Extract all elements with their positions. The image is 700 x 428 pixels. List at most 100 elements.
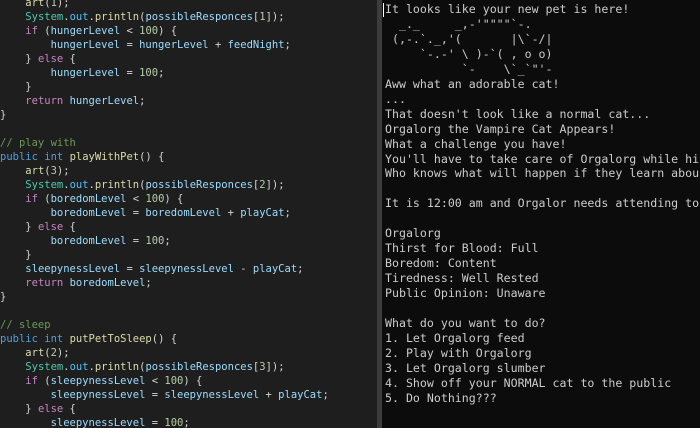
- code-token: possibleResponces: [145, 361, 253, 373]
- code-token: sleepynessLevel: [50, 417, 146, 428]
- terminal-line: Public Opinion: Unaware: [385, 286, 546, 301]
- code-token: ;: [322, 389, 329, 401]
- code-token: out: [69, 179, 89, 191]
- code-line: if (hungerLevel < 100) {: [0, 24, 177, 38]
- code-token: playCat: [240, 207, 285, 219]
- code-line: sleepynessLevel = sleepynessLevel - play…: [0, 262, 303, 276]
- code-token: 100: [164, 417, 184, 428]
- code-token: public: [0, 151, 38, 163]
- code-token: if: [25, 375, 38, 387]
- code-token: int: [44, 151, 64, 163]
- code-token: int: [44, 333, 64, 345]
- terminal-console[interactable]: It looks like your new pet is here! _._ …: [382, 0, 700, 428]
- code-line: if (sleepynessLevel < 100) {: [0, 374, 202, 388]
- code-token: ;: [183, 417, 190, 428]
- code-token: public: [0, 333, 38, 345]
- terminal-line: _._ _,-'""""`-.: [385, 16, 532, 31]
- code-token: sleepynessLevel: [25, 263, 121, 275]
- code-token: +: [259, 389, 279, 401]
- code-token: hungerLevel: [50, 67, 121, 79]
- code-token: boredomLevel: [69, 277, 146, 289]
- code-token: possibleResponces: [145, 179, 253, 191]
- code-token: 100: [145, 235, 165, 247]
- code-token: +: [221, 207, 241, 219]
- code-token: return: [25, 277, 64, 289]
- code-token: println: [94, 179, 140, 191]
- code-token: +: [208, 39, 228, 51]
- code-token: {: [63, 403, 76, 415]
- code-line: System.out.println(possibleResponces[2])…: [0, 178, 284, 192]
- terminal-line: You'll have to take care of Orgalorg whi…: [385, 151, 700, 166]
- code-token: sleepynessLevel: [139, 263, 234, 275]
- code-token: {: [63, 221, 76, 233]
- code-token: =: [120, 263, 140, 275]
- code-token: {: [63, 53, 76, 65]
- code-line: sleepynessLevel = sleepynessLevel + play…: [0, 388, 329, 402]
- code-token: return: [25, 95, 64, 107]
- terminal-line: 4. Show off your NORMAL cat to the publi…: [385, 375, 672, 390]
- code-token: System: [25, 11, 64, 23]
- code-token: hungerLevel: [50, 39, 121, 51]
- terminal-line: Thirst for Blood: Full: [385, 241, 539, 256]
- code-token: ) {: [158, 25, 178, 37]
- code-token: }: [0, 249, 32, 261]
- terminal-line: 2. Play with Orgalorg: [385, 345, 532, 360]
- code-editor-pane[interactable]: art(1); System.out.println(possibleRespo…: [0, 0, 377, 428]
- code-token: boredomLevel: [50, 235, 127, 247]
- terminal-line: 5. Do Nothing???: [385, 390, 497, 405]
- terminal-line: Orgalorg: [385, 226, 441, 241]
- code-token: art: [25, 347, 45, 359]
- code-token: else: [37, 53, 64, 65]
- code-token: playCat: [278, 389, 323, 401]
- code-token: boredomLevel: [50, 193, 127, 205]
- code-token: ;: [139, 95, 146, 107]
- code-token: else: [37, 403, 64, 415]
- code-token: }: [0, 291, 7, 303]
- code-token: possibleResponces: [145, 11, 253, 23]
- code-line: return hungerLevel;: [0, 94, 145, 108]
- code-token: else: [37, 221, 64, 233]
- code-token: if: [25, 193, 38, 205]
- code-token: 100: [139, 25, 159, 37]
- code-line: }: [0, 108, 6, 122]
- code-token: ]);: [265, 11, 285, 23]
- code-token: =: [120, 67, 140, 79]
- code-token: playCat: [252, 263, 298, 275]
- code-token: feedNight: [227, 39, 285, 51]
- code-token: =: [145, 417, 165, 428]
- code-line: }: [0, 248, 32, 262]
- code-line: art(2);: [0, 346, 69, 360]
- code-token: ;: [145, 277, 152, 289]
- terminal-line: (,-.`._,'( |\`-/|: [385, 31, 553, 46]
- code-token: ;: [158, 67, 165, 79]
- code-token: () {: [139, 151, 165, 163]
- code-token: <: [145, 375, 165, 387]
- code-token: ;: [297, 263, 304, 275]
- code-token: hungerLevel: [139, 39, 209, 51]
- terminal-line: What a challenge you have!: [385, 136, 567, 151]
- code-line: public int playWithPet() {: [0, 150, 164, 164]
- code-token: if: [25, 25, 38, 37]
- code-token: }: [0, 403, 38, 415]
- terminal-line: `- \`_`"'-: [385, 61, 553, 76]
- code-token: System: [25, 179, 64, 191]
- code-token: }: [0, 53, 38, 65]
- code-line: hungerLevel = 100;: [0, 66, 165, 80]
- terminal-line: ...: [385, 91, 406, 106]
- code-token: sleepynessLevel: [50, 375, 146, 387]
- code-line: } else {: [0, 220, 76, 234]
- code-line: System.out.println(possibleResponces[3])…: [0, 360, 284, 374]
- terminal-line: Boredom: Content: [385, 256, 497, 271]
- code-token: <: [120, 25, 140, 37]
- code-token: hungerLevel: [69, 95, 140, 107]
- code-token: putPetToSleep: [69, 333, 152, 345]
- code-line: sleepynessLevel = 100;: [0, 416, 190, 428]
- terminal-line: `-.-' \ )-`( , o o): [385, 46, 553, 61]
- terminal-line: What do you want to do?: [385, 315, 546, 330]
